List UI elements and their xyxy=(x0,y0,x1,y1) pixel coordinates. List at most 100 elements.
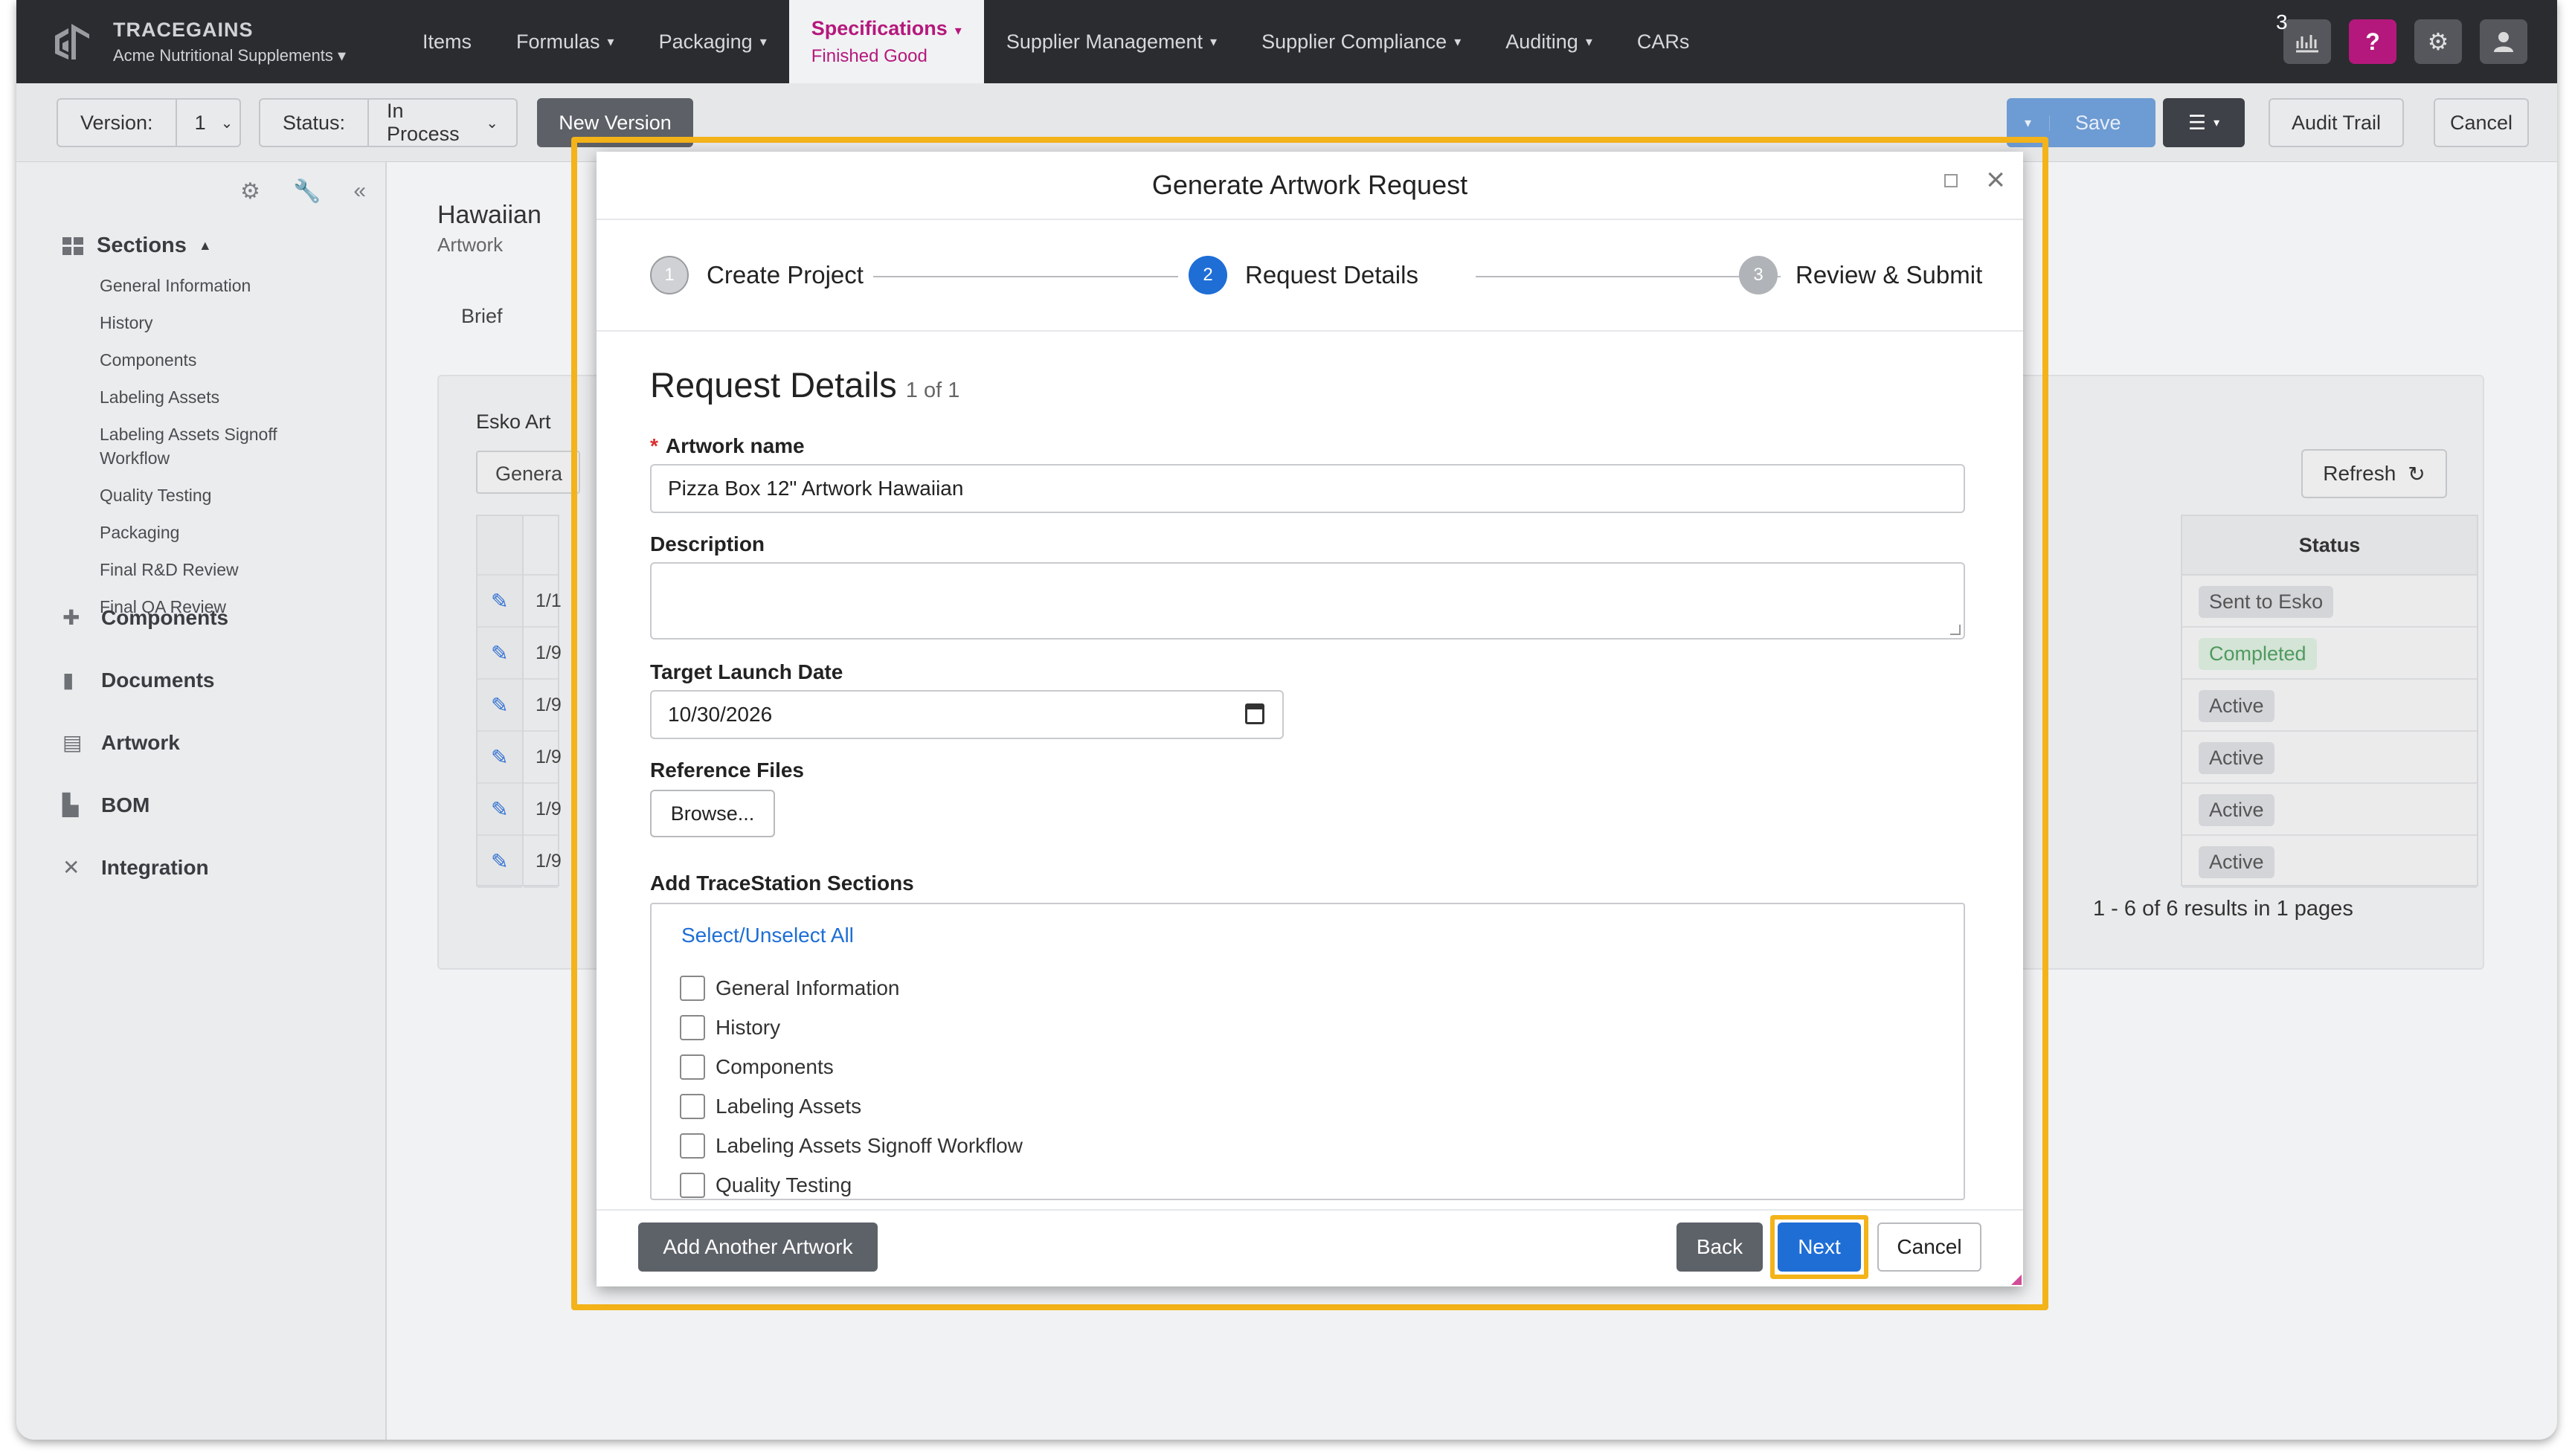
settings-button[interactable]: ⚙ xyxy=(2414,19,2462,64)
browse-button[interactable]: Browse... xyxy=(650,790,775,837)
version-value: 1 xyxy=(194,111,206,134)
page-title: Hawaiian xyxy=(437,201,541,229)
select-unselect-all-link[interactable]: Select/Unselect All xyxy=(681,924,854,947)
help-button[interactable]: ? xyxy=(2349,19,2396,64)
section-option-history[interactable]: History xyxy=(680,1015,780,1040)
more-menu-button[interactable]: ☰ ▾ xyxy=(2163,98,2245,147)
nav-cars[interactable]: CARs xyxy=(1615,0,1712,83)
step-number: 1 xyxy=(650,256,689,294)
sidebar-sub-final-rd-review[interactable]: Final R&D Review xyxy=(100,558,338,582)
section-option-labeling-assets[interactable]: Labeling Assets xyxy=(680,1094,861,1119)
chevron-down-icon[interactable]: ▾ xyxy=(2007,115,2050,131)
user-menu-button[interactable] xyxy=(2480,19,2527,64)
analytics-button[interactable]: 3 xyxy=(2276,10,2331,64)
sidebar-sub-packaging[interactable]: Packaging xyxy=(100,521,338,544)
sidebar-sub-history[interactable]: History xyxy=(100,311,338,335)
sidebar-item-artwork[interactable]: ▤ Artwork xyxy=(62,730,180,755)
checkbox-label: Labeling Assets Signoff Workflow xyxy=(716,1134,1023,1157)
nav-specifications[interactable]: Specifications ▾ Finished Good xyxy=(788,0,984,83)
close-icon[interactable]: × xyxy=(1986,164,2005,196)
sidebar-item-bom[interactable]: ▙ BOM xyxy=(62,793,150,817)
page-subtitle: Artwork xyxy=(437,233,504,256)
target-launch-date-label: Target Launch Date xyxy=(650,660,843,683)
add-another-artwork-button[interactable]: Add Another Artwork xyxy=(638,1223,878,1272)
table-row: Active xyxy=(2182,732,2477,784)
sidebar-sub-labeling-assets[interactable]: Labeling Assets xyxy=(100,385,338,409)
sidebar-sub-quality-testing[interactable]: Quality Testing xyxy=(100,483,338,507)
table-row: ✎ xyxy=(478,680,522,732)
resize-handle-icon[interactable] xyxy=(1950,625,1961,635)
section-option-labeling-signoff[interactable]: Labeling Assets Signoff Workflow xyxy=(680,1133,1023,1159)
company-switcher[interactable]: Acme Nutritional Supplements ▾ xyxy=(113,46,346,65)
collapse-sidebar-icon[interactable]: « xyxy=(353,178,366,204)
step-request-details[interactable]: 2 Request Details xyxy=(1189,256,1418,294)
sidebar-sub-components[interactable]: Components xyxy=(100,348,338,372)
sidebar-item-label: BOM xyxy=(101,793,150,816)
next-button[interactable]: Next xyxy=(1778,1223,1861,1272)
audit-trail-button[interactable]: Audit Trail xyxy=(2269,98,2404,147)
request-details-heading: Request Details 1 of 1 xyxy=(650,364,959,405)
wrench-icon[interactable]: 🔧 xyxy=(293,178,321,204)
sidebar-sub-labeling-signoff[interactable]: Labeling Assets Signoff Workflow xyxy=(100,422,338,470)
edit-icon[interactable]: ✎ xyxy=(491,797,508,822)
nav-supplier-management-label: Supplier Management xyxy=(1006,30,1203,53)
brand[interactable]: TRACEGAINS Acme Nutritional Supplements … xyxy=(51,19,400,65)
description-textarea[interactable] xyxy=(650,562,1965,640)
table-row: ✎ xyxy=(478,836,522,888)
brand-name: TRACEGAINS xyxy=(113,18,254,41)
calendar-icon[interactable] xyxy=(1245,703,1264,724)
step-label: Review & Submit xyxy=(1795,261,1983,289)
back-button[interactable]: Back xyxy=(1676,1223,1763,1272)
checkbox[interactable] xyxy=(680,1133,705,1159)
sections-toggle[interactable]: Sections ▲ xyxy=(62,233,212,258)
edit-icon[interactable]: ✎ xyxy=(491,745,508,770)
modal-cancel-button[interactable]: Cancel xyxy=(1877,1223,1981,1272)
checkbox[interactable] xyxy=(680,1015,705,1040)
modal-resize-handle-icon[interactable] xyxy=(2011,1275,2022,1285)
tab-brief[interactable]: Brief xyxy=(461,305,503,328)
generate-button[interactable]: Genera xyxy=(476,451,580,494)
section-option-quality-testing[interactable]: Quality Testing xyxy=(680,1173,852,1198)
nav-auditing[interactable]: Auditing ▾ xyxy=(1483,0,1615,83)
company-name: Acme Nutritional Supplements xyxy=(113,45,333,65)
sidebar-item-integration[interactable]: ✕ Integration xyxy=(62,855,209,880)
chevron-down-icon: ⌄ xyxy=(220,115,234,132)
tracestation-sections-list[interactable]: Select/Unselect All General Information … xyxy=(650,903,1965,1200)
status-header[interactable]: Status xyxy=(2182,516,2477,576)
section-option-components[interactable]: Components xyxy=(680,1054,834,1080)
sidebar-sub-general-information[interactable]: General Information xyxy=(100,274,338,297)
maximize-icon[interactable] xyxy=(1944,174,1958,187)
target-launch-date-input[interactable]: 10/30/2026 xyxy=(650,690,1284,739)
nav-items[interactable]: Items xyxy=(400,0,494,83)
step-review-submit[interactable]: 3 Review & Submit xyxy=(1739,256,1982,294)
gear-icon[interactable]: ⚙ xyxy=(240,178,260,204)
checkbox[interactable] xyxy=(680,976,705,1001)
nav-supplier-management[interactable]: Supplier Management ▾ xyxy=(984,0,1239,83)
chevron-down-icon: ▾ xyxy=(1210,33,1218,49)
artwork-name-input[interactable]: Pizza Box 12" Artwork Hawaiian xyxy=(650,464,1965,513)
nav-packaging[interactable]: Packaging ▾ xyxy=(637,0,789,83)
sidebar-item-components[interactable]: ✚ Components xyxy=(62,605,228,630)
checkbox-label: Quality Testing xyxy=(716,1173,852,1196)
sidebar-item-documents[interactable]: ▮ Documents xyxy=(62,668,214,692)
checkbox-label: Components xyxy=(716,1055,834,1078)
checkbox[interactable] xyxy=(680,1094,705,1119)
toolbar-cancel-button[interactable]: Cancel xyxy=(2434,98,2529,147)
nav-supplier-compliance[interactable]: Supplier Compliance ▾ xyxy=(1239,0,1483,83)
checkbox[interactable] xyxy=(680,1173,705,1198)
top-nav: TRACEGAINS Acme Nutritional Supplements … xyxy=(16,0,2557,83)
nav-formulas[interactable]: Formulas ▾ xyxy=(494,0,637,83)
refresh-button[interactable]: Refresh ↻ xyxy=(2301,449,2447,498)
checkbox[interactable] xyxy=(680,1054,705,1080)
table-row: Sent to Esko xyxy=(2182,576,2477,628)
section-option-general-information[interactable]: General Information xyxy=(680,976,899,1001)
version-select[interactable]: Version: 1 ⌄ xyxy=(57,98,241,147)
table-row: 1/9 xyxy=(524,732,562,784)
edit-icon[interactable]: ✎ xyxy=(491,693,508,718)
edit-icon[interactable]: ✎ xyxy=(491,641,508,666)
status-select[interactable]: Status: In Process ⌄ xyxy=(259,98,518,147)
edit-icon[interactable]: ✎ xyxy=(491,589,508,613)
modal-title: Generate Artwork Request xyxy=(1151,170,1468,200)
step-create-project[interactable]: 1 Create Project xyxy=(650,256,864,294)
edit-icon[interactable]: ✎ xyxy=(491,849,508,874)
